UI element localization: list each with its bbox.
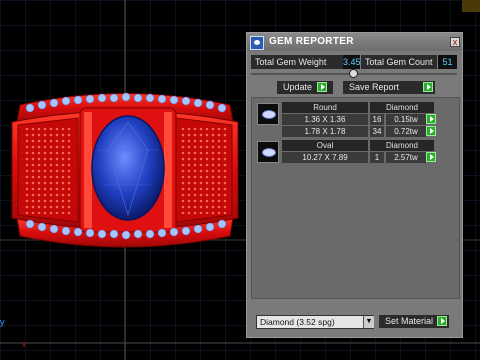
chevron-down-icon[interactable]: ▼ (363, 316, 374, 328)
ring-model[interactable] (11, 92, 239, 248)
round-gem-icon (257, 103, 279, 125)
gem-weight-cell: 2.57tw (386, 152, 426, 163)
panel-title: GEM REPORTER (269, 36, 354, 47)
gem-list[interactable]: Round Diamond 1.36 X 1.36 16 0.15tw 1.78… (251, 97, 460, 299)
row-go-icon[interactable] (426, 152, 436, 162)
row-go-icon[interactable] (426, 126, 436, 136)
center-oval-stone (91, 115, 165, 221)
total-gem-count-label: Total Gem Count (361, 55, 437, 69)
gem-count-cell: 34 (370, 126, 384, 137)
gem-count-cell: 1 (370, 152, 384, 163)
total-gem-count-value: 51 (438, 55, 457, 69)
close-icon[interactable]: x (450, 37, 460, 47)
gem-weight-cell: 0.15tw (386, 114, 426, 125)
total-gem-weight-value: 3.45 (343, 55, 361, 69)
row-go-icon[interactable] (426, 114, 436, 124)
material-select[interactable]: Diamond (3.52 spg) (256, 315, 374, 329)
set-material-button-label: Set Material (385, 316, 434, 326)
save-report-button-label: Save Report (349, 82, 400, 92)
gem-weight-cell: 0.72tw (386, 126, 426, 137)
oval-gem-icon (257, 141, 279, 163)
gem-material-header: Diamond (370, 140, 434, 151)
svg-text:x: x (22, 340, 26, 349)
gem-shape-header: Round (282, 102, 368, 113)
gem-reporter-logo-icon (250, 36, 264, 50)
material-select-value: Diamond (3.52 spg) (260, 317, 335, 327)
gem-size-cell: 10.27 X 7.89 (282, 152, 368, 163)
viewport-corner-widget[interactable] (462, 0, 480, 12)
panel-titlebar[interactable]: GEM REPORTER x (247, 33, 462, 51)
gem-material-header: Diamond (370, 102, 434, 113)
slider-handle[interactable] (349, 69, 358, 78)
save-report-go-icon[interactable] (423, 82, 433, 92)
gem-size-cell: 1.36 X 1.36 (282, 114, 368, 125)
gem-count-cell: 16 (370, 114, 384, 125)
gem-shape-header: Oval (282, 140, 368, 151)
axis-label-y: y (0, 317, 5, 327)
update-button-label: Update (283, 82, 313, 92)
set-material-go-icon[interactable] (437, 316, 447, 326)
save-report-button[interactable]: Save Report (343, 81, 435, 94)
update-go-icon[interactable] (317, 82, 327, 92)
gem-size-cell: 1.78 X 1.78 (282, 126, 368, 137)
gem-reporter-panel: GEM REPORTER x Total Gem Weight 3.45 Tot… (246, 32, 463, 338)
